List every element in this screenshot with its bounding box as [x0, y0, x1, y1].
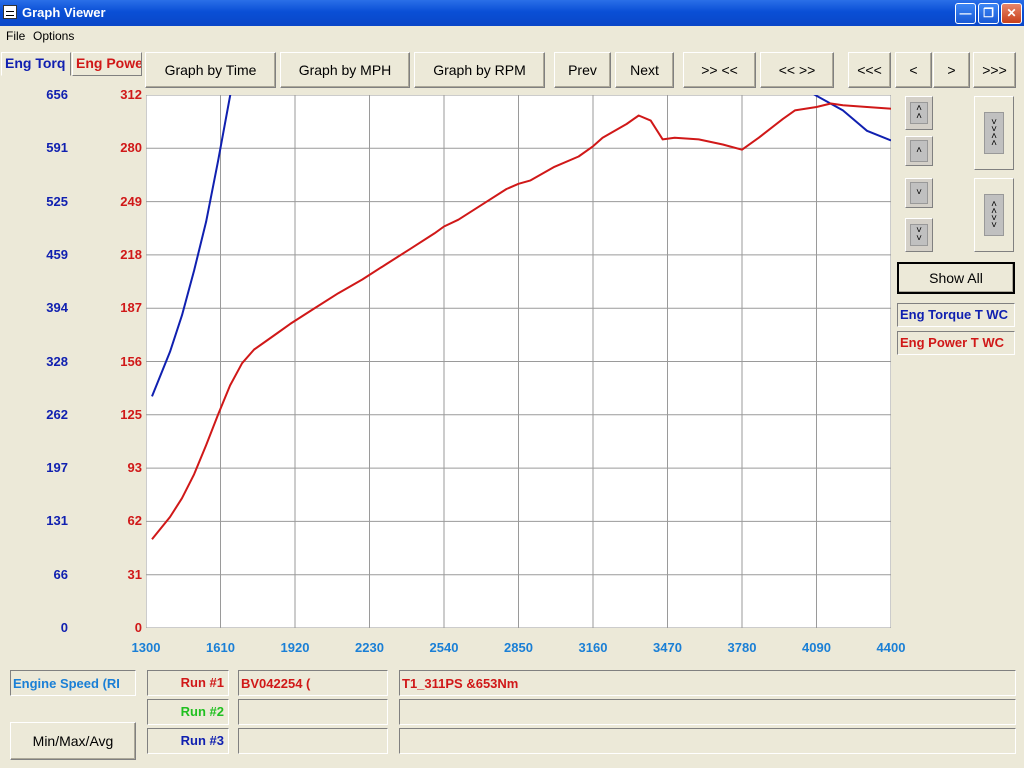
y-left-tick-label: 394: [46, 300, 68, 316]
y-left-tick-label: 591: [46, 140, 68, 156]
run-2-id-field[interactable]: [238, 699, 388, 725]
run-3-description-field[interactable]: [399, 728, 1016, 754]
compress-vertical-icon: ˄ ˄ ˅ ˅: [984, 194, 1004, 236]
x-tick-label: 2230: [355, 640, 384, 655]
scroll-far-right-button[interactable]: >>>: [973, 52, 1016, 88]
chevron-down-icon: ˅: [910, 182, 928, 204]
window-title: Graph Viewer: [22, 5, 106, 20]
scroll-down-button[interactable]: ˅: [905, 178, 933, 208]
y-left-tick-label: 328: [46, 353, 68, 369]
legend-eng-power[interactable]: Eng Power T WC: [897, 331, 1015, 355]
y-right-tick-label: 218: [120, 246, 142, 262]
x-tick-label: 1610: [206, 640, 235, 655]
minimize-button[interactable]: —: [955, 3, 976, 24]
graph-by-time-button[interactable]: Graph by Time: [145, 52, 276, 88]
y-right-tick-label: 125: [120, 406, 142, 422]
y-right-tick-label: 249: [120, 193, 142, 209]
menu-options[interactable]: Options: [33, 29, 74, 43]
y-left-tick-label: 262: [46, 406, 68, 422]
y-left-tick-label: 66: [53, 566, 68, 582]
x-tick-label: 4400: [876, 640, 906, 655]
y-left-tick-label: 0: [60, 620, 68, 635]
zoom-out-button[interactable]: << >>: [760, 52, 834, 88]
graph-app-icon: [3, 5, 17, 19]
x-tick-label: 2540: [429, 640, 459, 655]
scroll-up-button[interactable]: ˄: [905, 136, 933, 166]
x-tick-label: 4090: [802, 640, 831, 655]
run-3-label: Run #3: [147, 728, 229, 754]
double-chevron-down-icon: ˅ ˅: [910, 224, 928, 246]
scroll-right-button[interactable]: >: [933, 52, 970, 88]
menu-bar: File Options: [0, 26, 1024, 46]
rpm-graph[interactable]: [146, 95, 891, 628]
show-all-button[interactable]: Show All: [897, 262, 1015, 294]
tab-eng-torque[interactable]: Eng Torq: [1, 52, 71, 76]
x-tick-label: 3470: [653, 640, 682, 655]
y-right-tick-label: 156: [120, 353, 142, 369]
x-tick-label: 1920: [280, 640, 310, 655]
x-tick-label: 2850: [504, 640, 533, 655]
run-2-description-field[interactable]: [399, 699, 1016, 725]
compress-vertical-button[interactable]: ˄ ˄ ˅ ˅: [974, 178, 1014, 252]
chevron-up-icon: ˄: [910, 140, 928, 162]
prev-button[interactable]: Prev: [554, 52, 611, 88]
x-tick-label: 1300: [131, 640, 161, 655]
y-right-tick-label: 187: [120, 300, 142, 316]
double-chevron-up-icon: ˄ ˄: [910, 102, 928, 124]
run-3-id-field[interactable]: [238, 728, 388, 754]
run-1-label: Run #1: [147, 670, 229, 696]
run-2-label: Run #2: [147, 699, 229, 725]
x-tick-label: 3160: [578, 640, 608, 655]
close-button[interactable]: ✕: [1001, 3, 1022, 24]
expand-vertical-button[interactable]: ˅ ˅ ˄ ˄: [974, 96, 1014, 170]
legend-eng-torque[interactable]: Eng Torque T WC: [897, 303, 1015, 327]
y-right-tick-label: 93: [127, 460, 142, 476]
y-right-tick-label: 62: [127, 513, 142, 529]
x-tick-label: 3780: [727, 640, 757, 655]
y-left-tick-label: 525: [46, 193, 68, 209]
y-left-tick-label: 197: [46, 460, 68, 476]
scroll-far-left-button[interactable]: <<<: [848, 52, 891, 88]
zoom-in-button[interactable]: >> <<: [683, 52, 756, 88]
y-right-tick-label: 312: [120, 87, 142, 102]
y-right-tick-label: 0: [134, 620, 142, 635]
minimize-icon: —: [959, 6, 972, 20]
run-1-description-field[interactable]: T1_311PS &653Nm: [399, 670, 1016, 696]
scroll-left-button[interactable]: <: [895, 52, 932, 88]
next-button[interactable]: Next: [615, 52, 674, 88]
y-left-tick-label: 656: [46, 87, 68, 102]
run-1-id-field[interactable]: BV042254 (: [238, 670, 388, 696]
tab-eng-power[interactable]: Eng Powe: [72, 52, 142, 76]
scroll-bottom-button[interactable]: ˅ ˅: [905, 218, 933, 252]
graph-by-mph-button[interactable]: Graph by MPH: [280, 52, 410, 88]
menu-file[interactable]: File: [6, 29, 25, 43]
graph-by-rpm-button[interactable]: Graph by RPM: [414, 52, 545, 88]
restore-button[interactable]: ❐: [978, 3, 999, 24]
min-max-avg-button[interactable]: Min/Max/Avg: [10, 722, 136, 760]
close-icon: ✕: [1006, 6, 1017, 20]
y-left-tick-label: 459: [46, 246, 68, 262]
y-left-tick-label: 131: [46, 513, 68, 529]
y-right-tick-label: 280: [120, 140, 142, 156]
expand-vertical-icon: ˅ ˅ ˄ ˄: [984, 112, 1004, 154]
y-right-tick-label: 31: [127, 566, 142, 582]
scroll-top-button[interactable]: ˄ ˄: [905, 96, 933, 130]
restore-icon: ❐: [983, 6, 994, 20]
title-bar: Graph Viewer — ❐ ✕: [0, 0, 1024, 26]
x-channel-field[interactable]: Engine Speed (RI: [10, 670, 136, 696]
